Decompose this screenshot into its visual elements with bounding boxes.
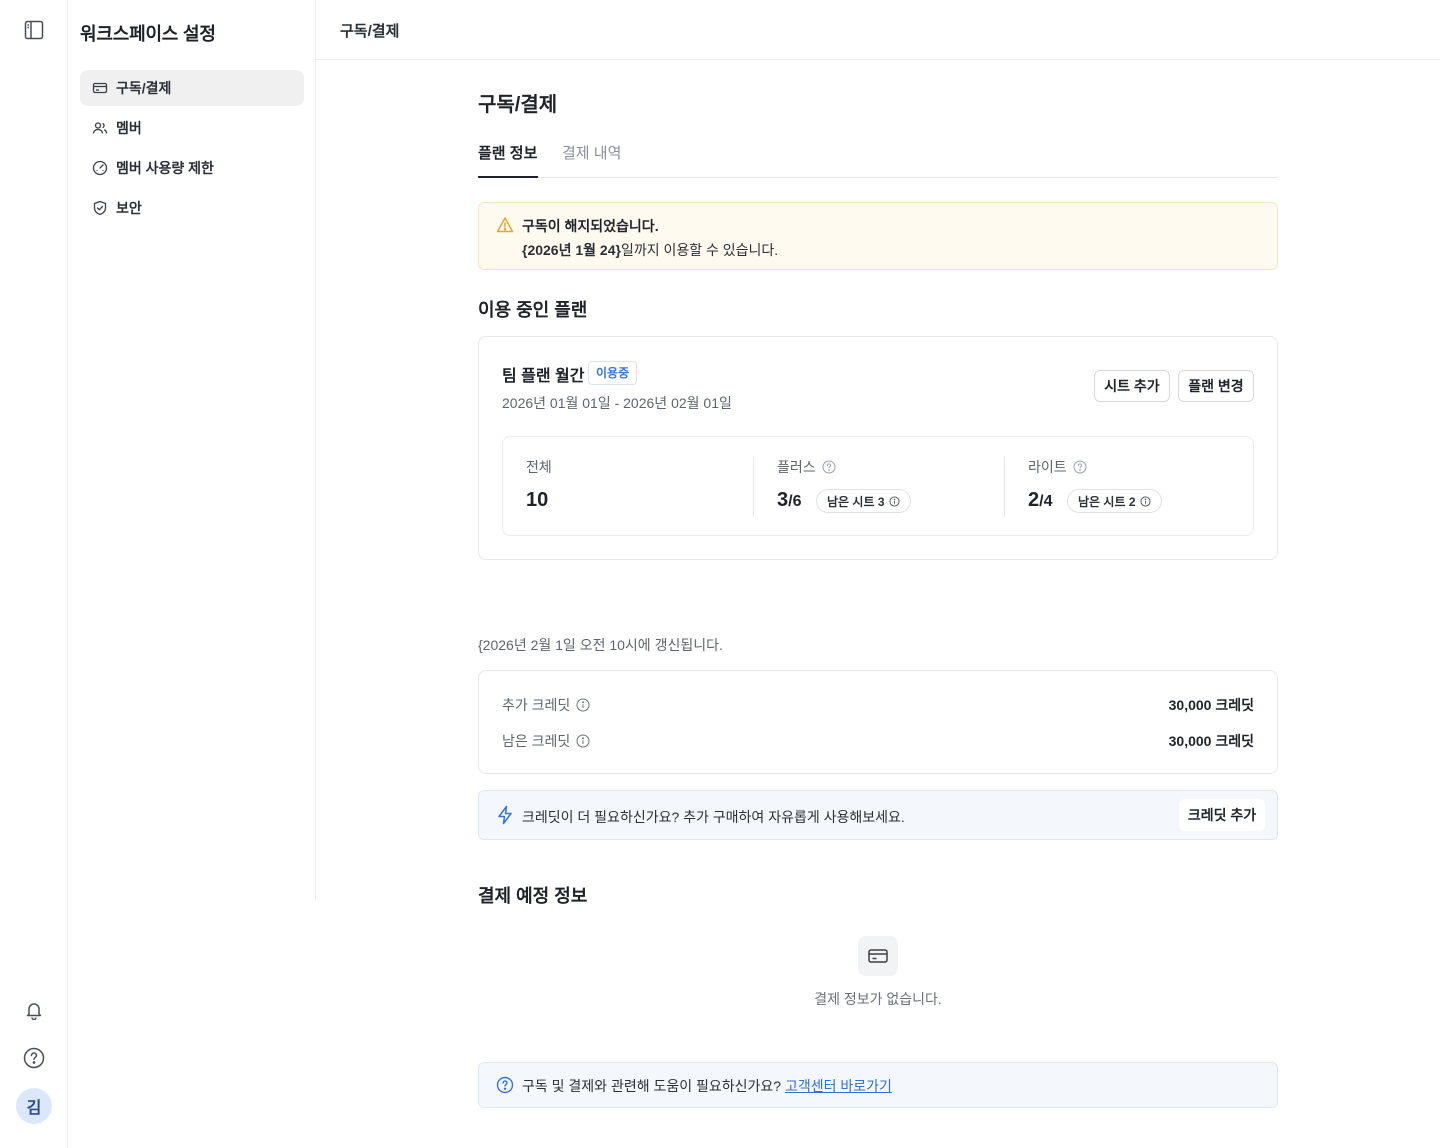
active-tab-indicator [478, 176, 538, 178]
lightning-icon [498, 805, 512, 825]
sidebar-item-billing[interactable]: 구독/결제 [80, 70, 304, 106]
stat-label: 전체 [526, 459, 552, 475]
info-icon[interactable] [576, 698, 590, 712]
help-banner: 구독 및 결제와 관련해 도움이 필요하신가요? 고객센터 바로가기 [478, 1062, 1278, 1108]
current-plan-heading: 이용 중인 플랜 [478, 300, 588, 320]
help-icon[interactable] [23, 1047, 45, 1069]
sidebar-toggle-icon[interactable] [24, 20, 44, 40]
sidebar-item-usage-limit[interactable]: 멤버 사용량 제한 [80, 150, 304, 186]
question-icon[interactable] [1073, 460, 1087, 474]
sidebar-item-label: 보안 [116, 200, 142, 216]
billing-info-heading: 결제 예정 정보 [478, 886, 588, 906]
renewal-notice: {2026년 2월 1일 오전 10시에 갱신됩니다. [478, 637, 723, 653]
top-bar: 구독/결제 [316, 0, 1440, 60]
shield-icon [93, 200, 107, 216]
status-badge: 이용중 [588, 361, 638, 385]
credit-promo-banner: 크레딧이 더 필요하신가요? 추가 구매하여 자유롭게 사용해보세요. 크레딧 … [478, 790, 1278, 840]
help-text: 구독 및 결제와 관련해 도움이 필요하신가요? 고객센터 바로가기 [522, 1078, 892, 1094]
promo-text: 크레딧이 더 필요하신가요? 추가 구매하여 자유롭게 사용해보세요. [522, 809, 905, 825]
sidebar-item-label: 구독/결제 [116, 80, 172, 96]
members-icon [92, 122, 108, 134]
settings-sidebar: 워크스페이스 설정 구독/결제 멤버 멤버 사용량 제한 보안 [68, 0, 316, 900]
page-title: 구독/결제 [478, 94, 558, 116]
current-plan-card: 팀 플랜 월간 이용중 2026년 01월 01일 - 2026년 02월 01… [478, 336, 1278, 560]
bell-icon[interactable] [24, 1000, 44, 1020]
stat-lite: 라이트 2/4 남은 시트 2 [1005, 437, 1255, 537]
empty-state-text: 결제 정보가 없습니다. [814, 991, 942, 1007]
seat-stats: 전체 10 플러스 3/6 남은 시트 3 라이트 2/4 남은 시트 2 [502, 436, 1254, 536]
sidebar-item-security[interactable]: 보안 [80, 190, 304, 226]
empty-state-icon-box [858, 936, 898, 976]
stat-value: 3/6 [777, 489, 802, 511]
change-plan-button[interactable]: 플랜 변경 [1178, 370, 1254, 402]
credit-value: 30,000 크레딧 [1168, 697, 1254, 713]
sidebar-item-members[interactable]: 멤버 [80, 110, 304, 146]
credit-label: 남은 크레딧 [502, 731, 590, 751]
plan-name: 팀 플랜 월간 [502, 368, 585, 385]
info-icon[interactable] [888, 495, 900, 507]
remaining-seats-badge: 남은 시트 2 [1067, 489, 1162, 513]
question-icon[interactable] [822, 460, 836, 474]
sidebar-item-label: 멤버 [116, 120, 142, 136]
info-icon[interactable] [576, 734, 590, 748]
sidebar-item-label: 멤버 사용량 제한 [116, 160, 214, 176]
remaining-seats-badge: 남은 시트 3 [816, 489, 911, 513]
alert-message: {2026년 1월 24}일까지 이용할 수 있습니다. [522, 240, 778, 260]
plan-period: 2026년 01월 01일 - 2026년 02월 01일 [502, 395, 732, 411]
alert-suffix: 일까지 이용할 수 있습니다. [620, 242, 779, 258]
alert-title: 구독이 해지되었습니다. [522, 218, 659, 234]
credit-row: 남은 크레딧 30,000 크레딧 [502, 731, 1254, 751]
support-center-link[interactable]: 고객센터 바로가기 [785, 1078, 892, 1094]
add-credit-button[interactable]: 크레딧 추가 [1179, 799, 1265, 831]
tab-plan-info[interactable]: 플랜 정보 [478, 142, 537, 163]
add-seat-button[interactable]: 시트 추가 [1094, 370, 1170, 402]
credit-card-icon [868, 949, 888, 963]
credit-row: 추가 크레딧 30,000 크레딧 [502, 695, 1254, 715]
stat-value: 2/4 [1028, 489, 1053, 511]
usage-gauge-icon [92, 160, 108, 176]
cancellation-alert: 구독이 해지되었습니다. {2026년 1월 24}일까지 이용할 수 있습니다… [478, 202, 1278, 270]
stat-value: 10 [526, 489, 549, 511]
tab-payment-history[interactable]: 결제 내역 [562, 142, 621, 163]
alert-date: {2026년 1월 24} [522, 242, 621, 258]
stat-label: 플러스 [777, 457, 836, 477]
info-icon[interactable] [1139, 495, 1151, 507]
credit-value: 30,000 크레딧 [1168, 733, 1254, 749]
stat-total: 전체 10 [503, 437, 753, 537]
avatar[interactable]: 김 [16, 1088, 52, 1124]
credit-card-icon [92, 82, 108, 94]
stat-plus: 플러스 3/6 남은 시트 3 [754, 437, 1004, 537]
left-rail: 김 [0, 0, 68, 1148]
warning-icon [496, 217, 514, 233]
help-icon [496, 1076, 514, 1094]
tab-bar: 플랜 정보 결제 내역 [478, 140, 1278, 178]
breadcrumb: 구독/결제 [340, 23, 400, 40]
stat-label: 라이트 [1028, 457, 1087, 477]
sidebar-title: 워크스페이스 설정 [80, 24, 216, 44]
credit-label: 추가 크레딧 [502, 695, 590, 715]
credits-card: 추가 크레딧 30,000 크레딧 남은 크레딧 30,000 크레딧 [478, 670, 1278, 774]
